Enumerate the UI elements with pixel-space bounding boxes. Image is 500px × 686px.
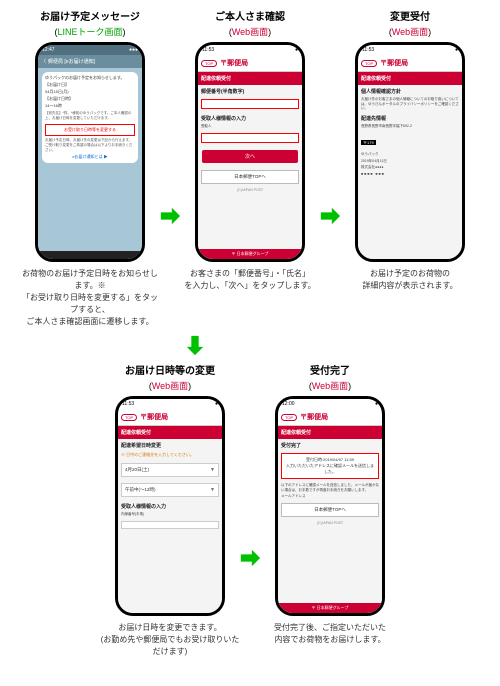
- phone-line: 12:47●●● 〈 郵便局 [eお届け通知] ゆうパックのお届け予定をお知らせ…: [35, 42, 145, 262]
- footer-logo: 〒 日本郵便グループ: [278, 603, 382, 613]
- step4-caption: お届け日時を変更できます。 (お勤め先や郵便局でもお受け取りいただけます): [100, 622, 240, 658]
- step-identity-check: ご本人さま確認 (Web画面) 11:53● TOP 〒郵便局 配達依頼受付 郵…: [185, 8, 315, 292]
- message-bubble: ゆうパックのお届け予定をお知らせします。 【お届け日】 04月15日(月) 【お…: [42, 72, 138, 163]
- chat-body: ゆうパックのお届け予定をお知らせします。 【お届け日】 04月15日(月) 【お…: [38, 68, 142, 251]
- phone-web-2: 11:53● TOP 〒郵便局 配達依頼受付 郵便番号(半角数字) 受取人様情報…: [195, 42, 305, 262]
- step2-caption: お客さまの「郵便番号」・「氏名」 を入力し、「次へ」をタップします。: [180, 268, 320, 292]
- top-link[interactable]: TOP: [281, 414, 297, 421]
- step3-caption: お届け予定のお荷物の 詳細内容が表示されます。: [340, 268, 480, 292]
- back-top-button[interactable]: 日本郵便TOPへ: [201, 170, 299, 184]
- page-heading: 配達依頼受付: [358, 72, 462, 85]
- flow-row-2: お届け日時等の変更 (Web画面) 11:53● TOP 〒郵便局 配達依頼受付…: [8, 362, 492, 658]
- web-content: 配達依頼受付 受付完了 受付日時:2019/04/07 11:59 入力いただい…: [278, 426, 382, 613]
- step-change-datetime: お届け日時等の変更 (Web画面) 11:53● TOP 〒郵便局 配達依頼受付…: [105, 362, 235, 658]
- statusbar: 11:53●: [358, 45, 462, 55]
- jp-logo: 〒郵便局: [220, 58, 248, 68]
- jp-logo: 〒郵便局: [300, 412, 328, 422]
- about-link[interactable]: eお届け通知とは ▶: [45, 154, 135, 160]
- jp-logo: 〒郵便局: [140, 412, 168, 422]
- statusbar: 12:00●: [278, 399, 382, 409]
- change-datetime-link[interactable]: お受け取り日時等を変更する: [45, 124, 135, 136]
- step2-title: ご本人さま確認: [215, 8, 285, 23]
- web-content: 配達依頼受付 個人情報確認方針 お届け先のお客さまの個人情報についてのお取り扱い…: [358, 72, 462, 259]
- date-select[interactable]: 4月20日(土)▼: [121, 463, 219, 477]
- jp-header: TOP 〒郵便局: [358, 55, 462, 72]
- step4-subtitle: (Web画面): [149, 379, 191, 392]
- step-complete: 受付完了 (Web画面) 12:00● TOP 〒郵便局 配達依頼受付 受付完了…: [265, 362, 395, 646]
- statusbar: 12:47●●●: [38, 45, 142, 55]
- back-top-button[interactable]: 日本郵便TOPへ: [281, 503, 379, 517]
- step1-subtitle: (LINEトーク画面): [54, 25, 125, 38]
- arrow-right-icon: [239, 547, 261, 574]
- top-link[interactable]: TOP: [361, 60, 377, 67]
- step4-title: お届け日時等の変更: [125, 362, 215, 377]
- step-change-accept: 変更受付 (Web画面) 11:53● TOP 〒郵便局 配達依頼受付 個人情報…: [345, 8, 475, 292]
- chevron-down-icon: ▼: [210, 487, 215, 493]
- chevron-down-icon: ▼: [210, 467, 215, 473]
- page-heading: 配達依頼受付: [278, 426, 382, 439]
- page-heading: 配達依頼受付: [118, 426, 222, 439]
- extension-input[interactable]: [121, 521, 219, 529]
- time-select[interactable]: 午前中(～12時)▼: [121, 483, 219, 497]
- top-link[interactable]: TOP: [121, 414, 137, 421]
- step5-subtitle: (Web画面): [309, 379, 351, 392]
- arrow-right-icon: [159, 205, 181, 232]
- next-button[interactable]: 次へ: [202, 150, 298, 163]
- step5-caption: 受付完了後、ご指定いただいた 内容でお荷物をお届けします。: [260, 622, 400, 646]
- arrow-right-icon: [319, 205, 341, 232]
- jp-header: TOP 〒郵便局: [198, 55, 302, 72]
- page-heading: 配達依頼受付: [198, 72, 302, 85]
- step3-subtitle: (Web画面): [389, 25, 431, 38]
- barcode: ■■■■ ■■■: [361, 172, 459, 177]
- top-link[interactable]: TOP: [201, 60, 217, 67]
- step2-subtitle: (Web画面): [229, 25, 271, 38]
- step5-title: 受付完了: [310, 362, 350, 377]
- postal-code-input[interactable]: [201, 99, 299, 109]
- jp-header: TOP 〒郵便局: [278, 409, 382, 426]
- recipient-name-input[interactable]: [201, 133, 299, 143]
- phone-web-4: 11:53● TOP 〒郵便局 配達依頼受付 配達希望日時変更 ※ 日中のご連絡…: [115, 396, 225, 616]
- arrow-down-icon: [0, 334, 492, 356]
- web-content: 配達依頼受付 配達希望日時変更 ※ 日中のご連絡先を入力してください。 4月20…: [118, 426, 222, 613]
- phone-bottombar: [38, 251, 142, 259]
- jp-header: TOP 〒郵便局: [118, 409, 222, 426]
- statusbar: 11:53●: [118, 399, 222, 409]
- phone-web-5: 12:00● TOP 〒郵便局 配達依頼受付 受付完了 受付日時:2019/04…: [275, 396, 385, 616]
- back-icon[interactable]: 〈: [41, 58, 46, 65]
- statusbar: 11:53●: [198, 45, 302, 55]
- step1-title: お届け予定メッセージ: [40, 8, 140, 23]
- step3-title: 変更受付: [390, 8, 430, 23]
- phone-web-3: 11:53● TOP 〒郵便局 配達依頼受付 個人情報確認方針 お届け先のお客さ…: [355, 42, 465, 262]
- web-content: 配達依頼受付 郵便番号(半角数字) 受取人様情報の入力 受取人 次へ 日本郵便T…: [198, 72, 302, 259]
- step-delivery-message: お届け予定メッセージ (LINEトーク画面) 12:47●●● 〈 郵便局 [e…: [25, 8, 155, 328]
- flow-row-1: お届け予定メッセージ (LINEトーク画面) 12:47●●● 〈 郵便局 [e…: [8, 8, 492, 328]
- completion-box: 受付日時:2019/04/07 11:59 入力いただいたアドレスに確認メールを…: [281, 453, 379, 479]
- jp-logo: 〒郵便局: [380, 58, 408, 68]
- line-chat-header: 〈 郵便局 [eお届け通知]: [38, 55, 142, 68]
- step1-caption: お荷物のお届け予定日時をお知らせします。※ 「お受け取り日時を変更する」をタップ…: [20, 268, 160, 328]
- footer-logo: 〒 日本郵便グループ: [198, 249, 302, 259]
